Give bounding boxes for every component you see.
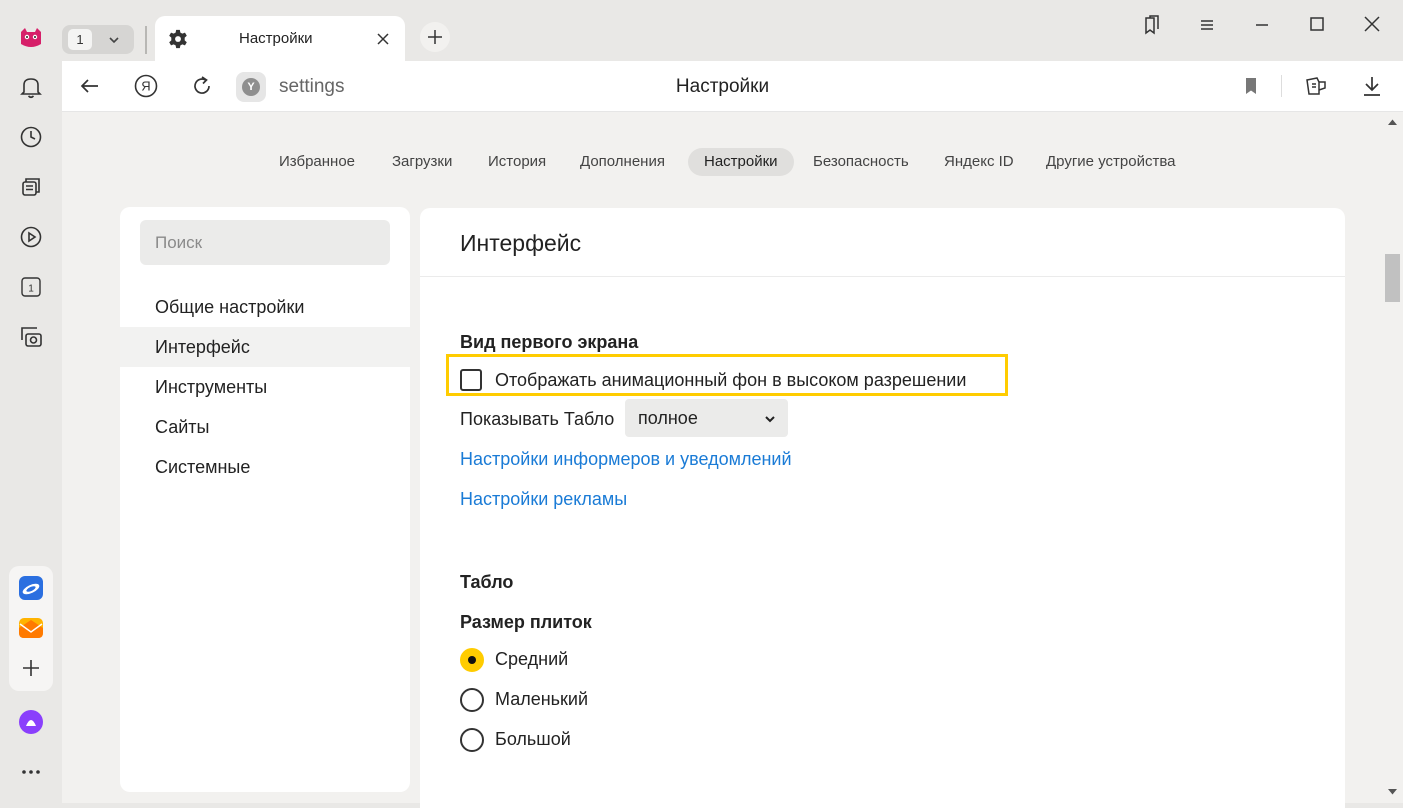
topnav-item-settings[interactable]: Настройки [688, 148, 794, 176]
radio-small-label: Маленький [495, 689, 589, 709]
mail-icon[interactable] [16, 613, 46, 643]
close-window-icon[interactable] [1361, 14, 1383, 36]
topnav-item-other-devices[interactable]: Другие устройства [1030, 148, 1191, 176]
tab-number-icon[interactable]: 1 [16, 272, 46, 302]
hd-background-checkbox[interactable] [460, 369, 482, 391]
radio-medium-label: Средний [495, 649, 569, 669]
page-scrollbar[interactable] [1382, 112, 1403, 803]
chevron-down-icon [765, 416, 775, 423]
menu-icon[interactable] [1196, 14, 1218, 36]
tile-size-heading: Размер плиток [460, 612, 592, 632]
show-tablo-select[interactable]: полное [625, 399, 788, 437]
play-icon[interactable] [16, 222, 46, 252]
minimize-icon[interactable] [1251, 14, 1273, 36]
settings-top-nav: Избранное Загрузки История Дополнения На… [62, 148, 1382, 176]
radio-small[interactable] [460, 688, 484, 712]
scrollbar-thumb[interactable] [1385, 254, 1400, 302]
toolbar-divider [1281, 75, 1282, 97]
download-icon[interactable] [1360, 74, 1384, 98]
hd-background-label: Отображать анимационный фон в высоком ра… [495, 370, 967, 390]
browser-logo-icon[interactable] [16, 22, 46, 52]
collections-bookmarks-icon[interactable] [1141, 14, 1163, 36]
topnav-item-extensions[interactable]: Дополнения [564, 148, 681, 176]
settings-page: Избранное Загрузки История Дополнения На… [62, 112, 1382, 808]
settings-main-panel: Интерфейс Вид первого экрана Отображать … [420, 208, 1345, 808]
tab-settings[interactable]: Настройки [155, 16, 405, 61]
bell-icon[interactable] [16, 72, 46, 102]
protect-extension-icon[interactable] [1304, 74, 1328, 98]
close-tab-icon[interactable] [375, 31, 391, 47]
topnav-item-yandex-id[interactable]: Яндекс ID [928, 148, 1030, 176]
plus-icon [428, 30, 442, 44]
title-divider [420, 276, 1345, 277]
new-tab-button[interactable] [420, 22, 450, 52]
collections-icon[interactable] [16, 172, 46, 202]
history-clock-icon[interactable] [16, 122, 46, 152]
settings-sidebar: Общие настройки Интерфейс Инструменты Са… [120, 207, 410, 792]
sidebar-item-system[interactable]: Системные [120, 447, 410, 487]
radio-large-label: Большой [495, 729, 571, 749]
sidebar-item-interface[interactable]: Интерфейс [120, 327, 410, 367]
address-bar: Я Y settings Настройки [62, 61, 1403, 112]
yandex-disk-icon[interactable] [16, 573, 46, 603]
add-app-plus-icon[interactable] [16, 653, 46, 683]
show-tablo-value: полное [638, 408, 698, 428]
page-title: Настройки [675, 76, 770, 97]
topnav-item-downloads[interactable]: Загрузки [376, 148, 468, 176]
topnav-item-favorites[interactable]: Избранное [263, 148, 371, 176]
radio-medium[interactable] [460, 648, 484, 672]
screenshot-icon[interactable] [16, 322, 46, 352]
gear-icon [169, 29, 187, 49]
first-screen-heading: Вид первого экрана [460, 332, 639, 352]
tab-count: 1 [68, 29, 92, 50]
tablo-heading: Табло [460, 572, 514, 592]
ads-settings-link[interactable]: Настройки рекламы [460, 489, 627, 510]
sidebar-item-general[interactable]: Общие настройки [120, 287, 410, 327]
topnav-item-history[interactable]: История [472, 148, 562, 176]
svg-text:1: 1 [28, 284, 34, 295]
scroll-down-arrow-icon[interactable] [1387, 788, 1398, 796]
scroll-up-arrow-icon[interactable] [1387, 118, 1398, 126]
more-dots-icon[interactable] [16, 757, 46, 787]
settings-search-input[interactable] [140, 220, 390, 265]
alice-icon[interactable] [16, 707, 46, 737]
maximize-icon[interactable] [1306, 14, 1328, 36]
show-tablo-label: Показывать Табло [460, 409, 615, 429]
sidebar-item-tools[interactable]: Инструменты [120, 367, 410, 407]
section-title: Интерфейс [460, 230, 582, 256]
topnav-item-security[interactable]: Безопасность [797, 148, 925, 176]
tab-separator [145, 26, 147, 54]
sidebar-item-sites[interactable]: Сайты [120, 407, 410, 447]
chevron-down-icon [109, 37, 119, 44]
tab-count-button[interactable]: 1 [62, 25, 134, 54]
tab-title: Настройки [239, 30, 313, 47]
radio-large[interactable] [460, 728, 484, 752]
bookmark-icon[interactable] [1239, 74, 1263, 98]
informers-settings-link[interactable]: Настройки информеров и уведомлений [460, 449, 792, 470]
